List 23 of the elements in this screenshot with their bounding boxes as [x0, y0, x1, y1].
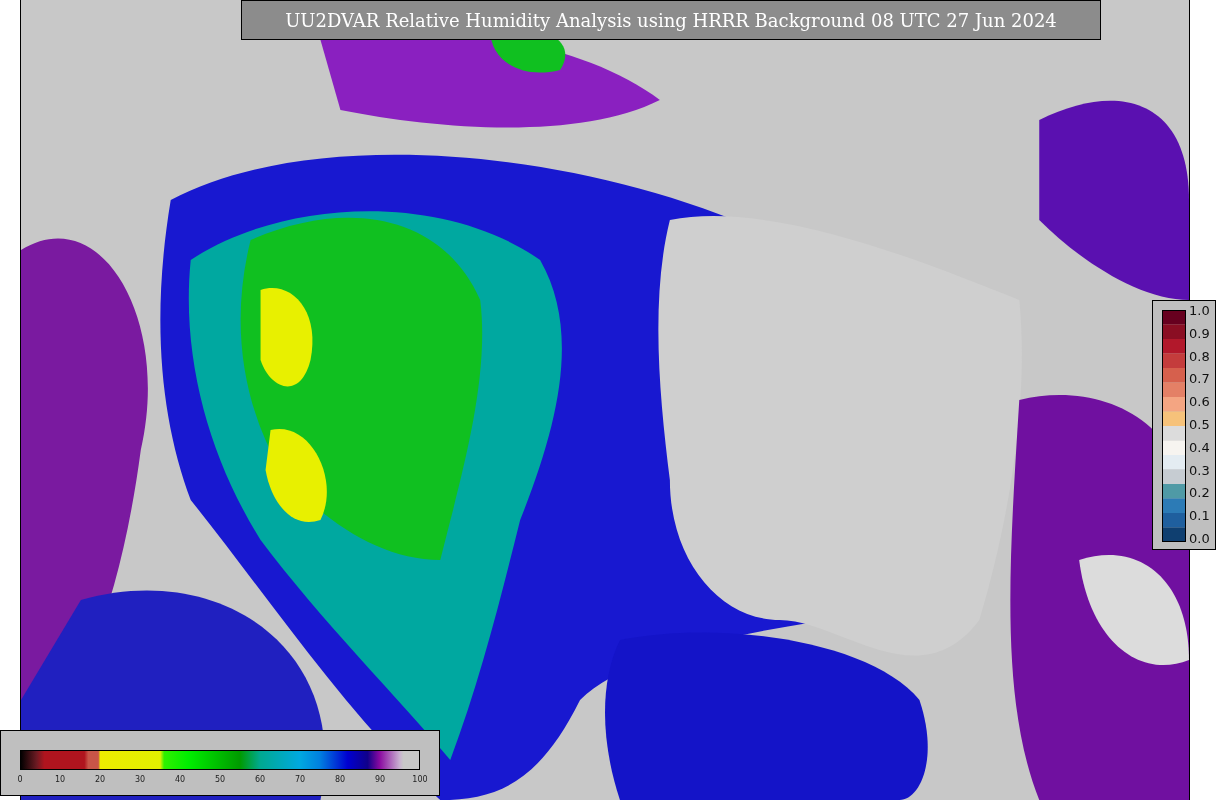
tick-label: 0.4	[1189, 438, 1210, 457]
tick-label: 0.7	[1189, 370, 1210, 389]
tick-label: 90	[373, 775, 387, 784]
tick-label: 80	[333, 775, 347, 784]
tick-label: 1.0	[1189, 302, 1210, 320]
tick-label: 40	[173, 775, 187, 784]
tick-label: 0.9	[1189, 324, 1210, 343]
tick-label: 0	[16, 775, 24, 784]
map-title: UU2DVAR Relative Humidity Analysis using HRRR Background 08 UTC 27 Jun 2024	[241, 0, 1101, 40]
tick-label: 60	[253, 775, 267, 784]
tick-label: 0.2	[1189, 484, 1210, 503]
tick-label: 0.6	[1189, 393, 1210, 412]
tick-label: 30	[133, 775, 147, 784]
tick-label: 0.3	[1189, 461, 1210, 480]
tick-label: 0.5	[1189, 416, 1210, 434]
tick-label: 0.0	[1189, 529, 1210, 548]
tick-label: 50	[213, 775, 227, 784]
tick-label: 0.1	[1189, 507, 1210, 526]
tick-label: 0.8	[1189, 347, 1210, 366]
tick-label: 20	[93, 775, 107, 784]
tick-label: 100	[411, 775, 429, 784]
tick-label: 70	[293, 775, 307, 784]
tick-label: 10	[53, 775, 67, 784]
